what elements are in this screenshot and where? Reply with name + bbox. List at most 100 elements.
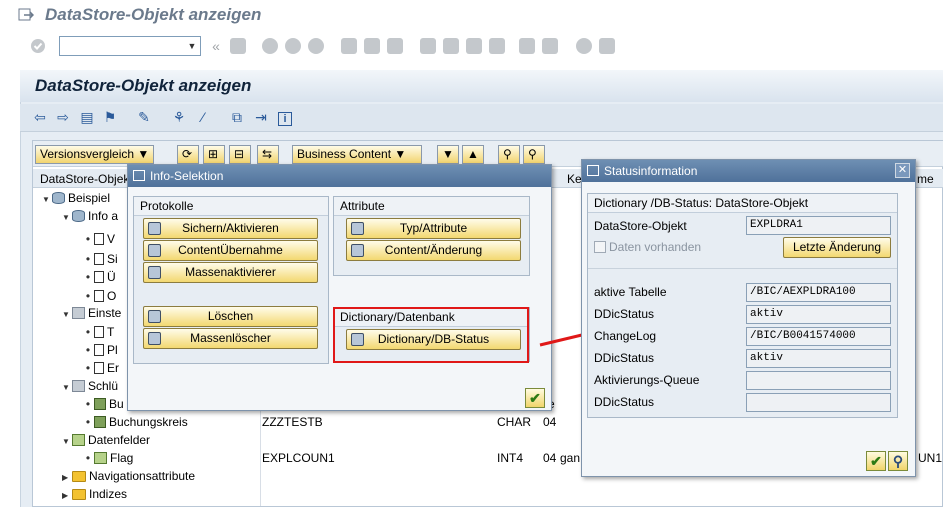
chevron-down-icon[interactable]: ▼ (184, 37, 200, 55)
tree-leaf[interactable]: • Er (82, 359, 119, 377)
tree-leaf[interactable]: • V (82, 230, 115, 248)
binoculars-icon[interactable]: ⚲ (498, 145, 520, 164)
folder-icon (72, 471, 86, 482)
aktivierungs-queue-label: Aktivierungs-Queue (594, 373, 700, 387)
tree-leaf-key1[interactable]: • Bu (82, 395, 124, 413)
column-datastore-objekt[interactable]: DataStore-Objekt (40, 172, 133, 186)
refresh-icon[interactable]: ⟳ (177, 145, 199, 164)
info-icon[interactable]: i (276, 108, 294, 126)
wand-icon (148, 266, 161, 279)
close-icon[interactable]: ✕ (895, 163, 910, 178)
structure-icon[interactable]: ⧉ (228, 108, 246, 126)
ddicstatus-field: aktiv (746, 305, 891, 324)
tree-leaf[interactable]: • O (82, 287, 116, 305)
datastore-icon (52, 192, 65, 204)
tree-leaf[interactable]: • Si (82, 250, 118, 268)
hierarchy-icon[interactable]: ⚑ (101, 108, 119, 126)
typ-attribute-button[interactable]: Typ/Attribute (346, 218, 521, 239)
key-icon (72, 380, 85, 392)
list-icon[interactable]: ▤ (78, 108, 96, 126)
status-group-header: Dictionary /DB-Status: DataStore-Objekt (588, 194, 897, 213)
tree-node-info[interactable]: ▼ Info a (62, 207, 118, 225)
ok-button[interactable]: ✔ (525, 388, 545, 408)
exit-icon[interactable] (285, 38, 301, 54)
last-page-icon[interactable] (489, 38, 505, 54)
tree-leaf[interactable]: • Ü (82, 268, 116, 286)
loeschen-button[interactable]: Löschen (143, 306, 318, 327)
tree-leaf-buchungskreis[interactable]: • Buchungskreis (82, 413, 188, 431)
arrow-up-icon[interactable]: ▲ (462, 145, 484, 164)
export-icon[interactable]: ⇥ (252, 108, 270, 126)
window-title: DataStore-Objekt anzeigen (45, 5, 262, 24)
print-icon[interactable] (341, 38, 357, 54)
ddicstatus-label: DDicStatus (594, 307, 655, 321)
command-field[interactable]: ▼ (59, 36, 201, 56)
arrow-left-icon[interactable]: ⇦ (31, 108, 49, 126)
settings-icon (72, 307, 85, 319)
previous-page-icon[interactable] (443, 38, 459, 54)
shortcut-icon[interactable] (542, 38, 558, 54)
column-me[interactable]: me (917, 172, 934, 186)
find-icon[interactable] (364, 38, 380, 54)
tree-icon[interactable]: ⚘ (170, 108, 188, 126)
cancel-icon[interactable] (308, 38, 324, 54)
expand-icon[interactable]: ⊞ (203, 145, 225, 164)
column-divider (260, 406, 261, 506)
ddicstatus-field: aktiv (746, 349, 891, 368)
ddicstatus-field (746, 393, 891, 412)
business-content-button[interactable]: Business Content ▼ (292, 145, 422, 164)
dialog-titlebar: Statusinformation ✕ (582, 160, 915, 182)
new-session-icon[interactable] (519, 38, 535, 54)
back-icon[interactable] (262, 38, 278, 54)
tree-node-datenfelder[interactable]: ▼ Datenfelder (62, 431, 150, 449)
tree-leaf[interactable]: • Pl (82, 341, 118, 359)
next-page-icon[interactable] (466, 38, 482, 54)
tree-node-schluessel[interactable]: ▼ Schlü (62, 377, 118, 395)
content-aenderung-button[interactable]: Content/Änderung (346, 240, 521, 261)
expand-arrow-icon[interactable]: ▼ (62, 379, 72, 397)
flag-extra: gan (560, 451, 581, 465)
letzte-aenderung-button[interactable]: Letzte Änderung (783, 237, 891, 258)
massenloescher-button[interactable]: Massenlöscher (143, 328, 318, 349)
search-icon[interactable]: ⚲ (888, 451, 908, 471)
sichern-aktivieren-button[interactable]: Sichern/Aktivieren (143, 218, 318, 239)
tree-leaf[interactable]: • T (82, 323, 114, 341)
expand-arrow-icon[interactable]: ▼ (62, 433, 72, 451)
tree-node-beispiel[interactable]: ▼ Beispiel (42, 189, 110, 207)
layout-menu-icon[interactable] (599, 38, 615, 54)
find-next-icon[interactable]: ⚲ (523, 145, 545, 164)
collapse-icon[interactable]: ⊟ (229, 145, 251, 164)
save-icon[interactable] (230, 38, 246, 54)
ok-button[interactable]: ✔ (866, 451, 886, 471)
enter-icon[interactable] (30, 38, 46, 54)
find-next-icon[interactable] (387, 38, 403, 54)
tree-node-navigationsattribute[interactable]: ▶ Navigationsattribute (62, 467, 195, 485)
document-icon (94, 290, 104, 302)
arrow-right-icon[interactable]: ⇨ (54, 108, 72, 126)
expand-arrow-icon[interactable]: ▼ (62, 306, 72, 324)
first-page-icon[interactable] (420, 38, 436, 54)
aktive-tabelle-label: aktive Tabelle (594, 285, 667, 299)
buchungskreis-type: CHAR (497, 415, 532, 429)
characteristic-icon (94, 398, 106, 410)
expand-arrow-icon[interactable]: ▼ (42, 191, 52, 209)
help-icon[interactable] (576, 38, 592, 54)
arrow-down-icon[interactable]: ▼ (437, 145, 459, 164)
wand-icon[interactable]: ⁄ (194, 108, 212, 126)
column-ke[interactable]: Ke (567, 172, 582, 186)
trash-icon (148, 310, 161, 323)
tree-node-einstellungen[interactable]: ▼ Einste (62, 304, 121, 322)
massenaktivierer-button[interactable]: Massenaktivierer (143, 262, 318, 283)
search-icon (351, 244, 364, 257)
page-title: DataStore-Objekt anzeigen (35, 76, 252, 95)
content-uebernahme-button[interactable]: ContentÜbernahme (143, 240, 318, 261)
tree-leaf-flag[interactable]: • Flag (82, 449, 133, 467)
expand-arrow-icon[interactable]: ▼ (62, 209, 72, 227)
buchungskreis-techname: ZZZTESTB (262, 415, 323, 429)
exit-icon[interactable] (18, 8, 35, 22)
expand-arrow-icon[interactable]: ▶ (62, 487, 72, 505)
version-compare-button[interactable]: Versionsvergleich ▼ (35, 145, 155, 164)
tree-node-indizes[interactable]: ▶ Indizes (62, 485, 127, 503)
transfer-icon[interactable]: ⇆ (257, 145, 279, 164)
display-change-icon[interactable]: ✎ (135, 108, 153, 126)
